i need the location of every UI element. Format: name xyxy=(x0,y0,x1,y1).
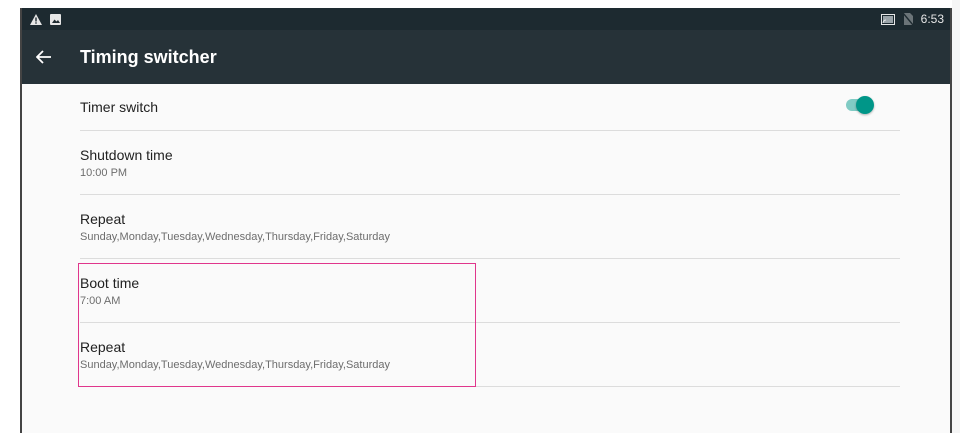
no-sim-icon xyxy=(902,13,913,25)
status-left-icons xyxy=(30,13,61,25)
warning-icon xyxy=(30,13,42,25)
background-right xyxy=(952,0,960,433)
timer-switch-label: Timer switch xyxy=(80,99,159,115)
timer-switch-toggle[interactable] xyxy=(846,96,874,114)
shutdown-repeat-row[interactable]: Repeat Sunday,Monday,Tuesday,Wednesday,T… xyxy=(80,195,900,259)
back-button[interactable] xyxy=(22,30,72,84)
timer-switch-row[interactable]: Timer switch xyxy=(80,84,900,131)
shutdown-repeat-value: Sunday,Monday,Tuesday,Wednesday,Thursday… xyxy=(80,231,390,243)
shutdown-time-label: Shutdown time xyxy=(80,147,173,163)
toggle-thumb xyxy=(856,96,874,114)
page-title: Timing switcher xyxy=(80,46,217,67)
shutdown-time-row[interactable]: Shutdown time 10:00 PM xyxy=(80,131,900,195)
app-bar: Timing switcher xyxy=(22,30,950,84)
image-icon xyxy=(50,13,61,25)
background-top xyxy=(0,0,960,8)
device-screen: 6:53 Timing switcher Timer switch Shutdo… xyxy=(20,8,952,433)
cast-icon xyxy=(880,13,895,25)
status-right-icons: 6:53 xyxy=(880,12,944,26)
highlight-box xyxy=(78,263,476,387)
status-bar: 6:53 xyxy=(22,8,950,30)
status-time: 6:53 xyxy=(920,12,944,26)
shutdown-repeat-label: Repeat xyxy=(80,211,126,227)
arrow-back-icon xyxy=(36,50,52,64)
shutdown-time-value: 10:00 PM xyxy=(80,167,128,179)
background-left xyxy=(0,0,20,433)
